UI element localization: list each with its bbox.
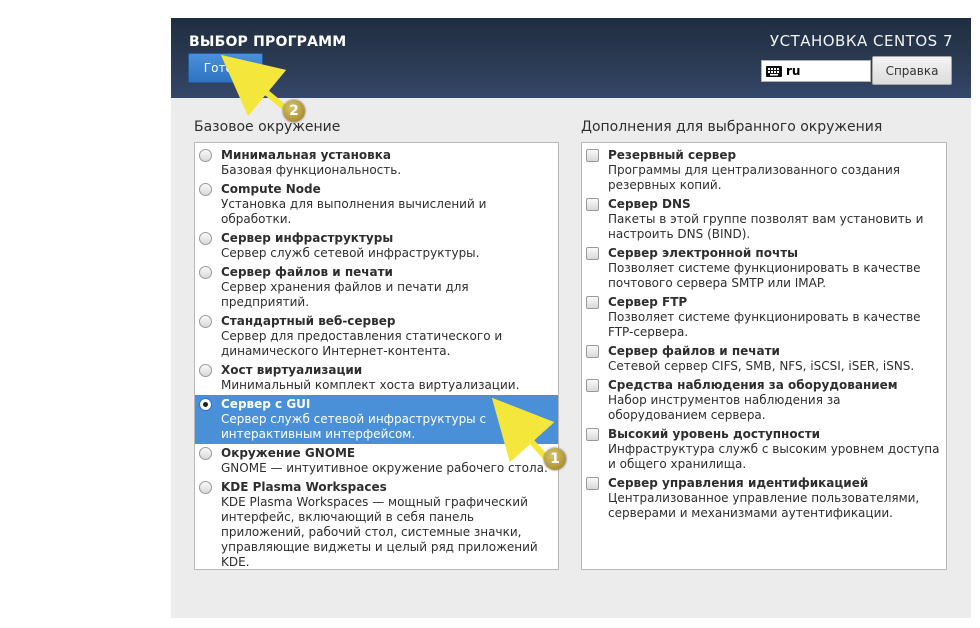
checkbox[interactable] bbox=[586, 296, 599, 309]
addon-item[interactable]: Средства наблюдения за оборудованием Набо… bbox=[582, 376, 946, 425]
radio-button[interactable] bbox=[199, 232, 212, 245]
base-env-item[interactable]: Сервер файлов и печати Сервер хранения фа… bbox=[195, 263, 558, 312]
checkbox[interactable] bbox=[586, 345, 599, 358]
base-env-item[interactable]: Окружение GNOME GNOME — интуитивное окруж… bbox=[195, 444, 558, 478]
radio-button[interactable] bbox=[199, 266, 212, 279]
addon-item-name: Сервер DNS bbox=[608, 197, 691, 211]
keyboard-layout-indicator[interactable]: ru bbox=[761, 60, 871, 82]
radio-button[interactable] bbox=[199, 481, 212, 494]
addon-item-desc: Инфраструктура служб с высоким уровнем д… bbox=[608, 442, 940, 471]
page-title: ВЫБОР ПРОГРАММ bbox=[189, 34, 347, 50]
radio-button[interactable] bbox=[199, 183, 212, 196]
base-env-item-desc: GNOME — интуитивное окружение рабочего с… bbox=[221, 461, 548, 475]
addon-item-desc: Программы для централизованного создания… bbox=[608, 163, 900, 192]
addon-item-name: Сервер электронной почты bbox=[608, 246, 799, 260]
addon-item-name: Сервер файлов и печати bbox=[608, 344, 780, 358]
addons-label: Дополнения для выбранного окружения bbox=[581, 119, 883, 135]
header-bar: ВЫБОР ПРОГРАММ Готово УСТАНОВКА CENTOS 7… bbox=[171, 18, 971, 98]
base-env-item-name: KDE Plasma Workspaces bbox=[221, 480, 387, 494]
base-env-item[interactable]: Стандартный веб-сервер Сервер для предост… bbox=[195, 312, 558, 361]
addon-item-name: Сервер управления идентификацией bbox=[608, 476, 869, 490]
radio-button[interactable] bbox=[199, 315, 212, 328]
addons-list: Резервный сервер Программы для централизо… bbox=[581, 142, 947, 570]
base-env-item[interactable]: Сервер инфраструктуры Сервер служб сетево… bbox=[195, 229, 558, 263]
base-env-item[interactable]: Сервер с GUI Сервер служб сетевой инфраст… bbox=[195, 395, 558, 444]
installer-title: УСТАНОВКА CENTOS 7 bbox=[769, 32, 953, 50]
base-env-item[interactable]: Хост виртуализации Минимальный комплект х… bbox=[195, 361, 558, 395]
base-env-item-desc: Установка для выполнения вычислений и об… bbox=[221, 197, 487, 226]
radio-button[interactable] bbox=[199, 398, 212, 411]
done-button[interactable]: Готово bbox=[188, 53, 263, 83]
addon-item[interactable]: Резервный сервер Программы для централизо… bbox=[582, 146, 946, 195]
addon-item-desc: Сетевой сервер CIFS, SMB, NFS, iSCSI, iS… bbox=[608, 359, 915, 373]
annotation-badge-2: 2 bbox=[283, 100, 305, 122]
help-button[interactable]: Справка bbox=[872, 56, 952, 85]
base-env-item-name: Стандартный веб-сервер bbox=[221, 314, 396, 328]
base-env-item-name: Хост виртуализации bbox=[221, 363, 363, 377]
addon-item-name: Резервный сервер bbox=[608, 148, 737, 162]
addon-item[interactable]: Сервер файлов и печати Сетевой сервер CIF… bbox=[582, 342, 946, 376]
addon-item[interactable]: Сервер электронной почты Позволяет систем… bbox=[582, 244, 946, 293]
addon-item-name: Высокий уровень доступности bbox=[608, 427, 821, 441]
addon-item[interactable]: Сервер DNS Пакеты в этой группе позволят … bbox=[582, 195, 946, 244]
addon-item[interactable]: Сервер FTP Позволяет системе функциониров… bbox=[582, 293, 946, 342]
addon-item-desc: Централизованное управление пользователя… bbox=[608, 491, 920, 520]
base-env-item-desc: Минимальный комплект хоста виртуализации… bbox=[221, 378, 520, 392]
base-env-item[interactable]: KDE Plasma Workspaces KDE Plasma Workspac… bbox=[195, 478, 558, 569]
checkbox[interactable] bbox=[586, 247, 599, 260]
radio-button[interactable] bbox=[199, 364, 212, 377]
base-env-item-name: Сервер инфраструктуры bbox=[221, 231, 394, 245]
base-environment-list: Минимальная установка Базовая функциональ… bbox=[194, 142, 559, 570]
base-env-item-name: Минимальная установка bbox=[221, 148, 391, 162]
addon-item-desc: Пакеты в этой группе позволят вам устано… bbox=[608, 212, 924, 241]
keyboard-icon bbox=[766, 65, 782, 77]
base-env-item-desc: Базовая функциональность. bbox=[221, 163, 402, 177]
radio-button[interactable] bbox=[199, 149, 212, 162]
keyboard-layout-label: ru bbox=[786, 64, 801, 78]
base-env-item[interactable]: Compute Node Установка для выполнения выч… bbox=[195, 180, 558, 229]
checkbox[interactable] bbox=[586, 198, 599, 211]
base-env-item-desc: Сервер служб сетевой инфраструктуры. bbox=[221, 246, 480, 260]
radio-button[interactable] bbox=[199, 447, 212, 460]
addon-item[interactable]: Сервер управления идентификацией Централи… bbox=[582, 474, 946, 523]
base-env-item-desc: Сервер для предоставления статического и… bbox=[221, 329, 503, 358]
base-environment-label: Базовое окружение bbox=[194, 119, 341, 135]
base-env-item-desc: KDE Plasma Workspaces — мощный графическ… bbox=[221, 495, 538, 569]
addon-item-name: Сервер FTP bbox=[608, 295, 688, 309]
annotation-badge-1: 1 bbox=[544, 448, 566, 470]
addon-item[interactable]: Высокий уровень доступности Инфраструктур… bbox=[582, 425, 946, 474]
base-env-item-desc: Сервер хранения файлов и печати для пред… bbox=[221, 280, 469, 309]
base-env-item-name: Окружение GNOME bbox=[221, 446, 356, 460]
checkbox[interactable] bbox=[586, 149, 599, 162]
base-env-item-name: Сервер файлов и печати bbox=[221, 265, 393, 279]
base-env-item[interactable]: Минимальная установка Базовая функциональ… bbox=[195, 146, 558, 180]
addon-item-desc: Позволяет системе функционировать в каче… bbox=[608, 261, 921, 290]
base-env-item-desc: Сервер служб сетевой инфраструктуры с ин… bbox=[221, 412, 487, 441]
addon-item-name: Средства наблюдения за оборудованием bbox=[608, 378, 898, 392]
base-env-item-name: Compute Node bbox=[221, 182, 321, 196]
checkbox[interactable] bbox=[586, 477, 599, 490]
checkbox[interactable] bbox=[586, 379, 599, 392]
addon-item-desc: Набор инструментов наблюдения за оборудо… bbox=[608, 393, 841, 422]
base-env-item-name: Сервер с GUI bbox=[221, 397, 311, 411]
checkbox[interactable] bbox=[586, 428, 599, 441]
addon-item-desc: Позволяет системе функционировать в каче… bbox=[608, 310, 921, 339]
